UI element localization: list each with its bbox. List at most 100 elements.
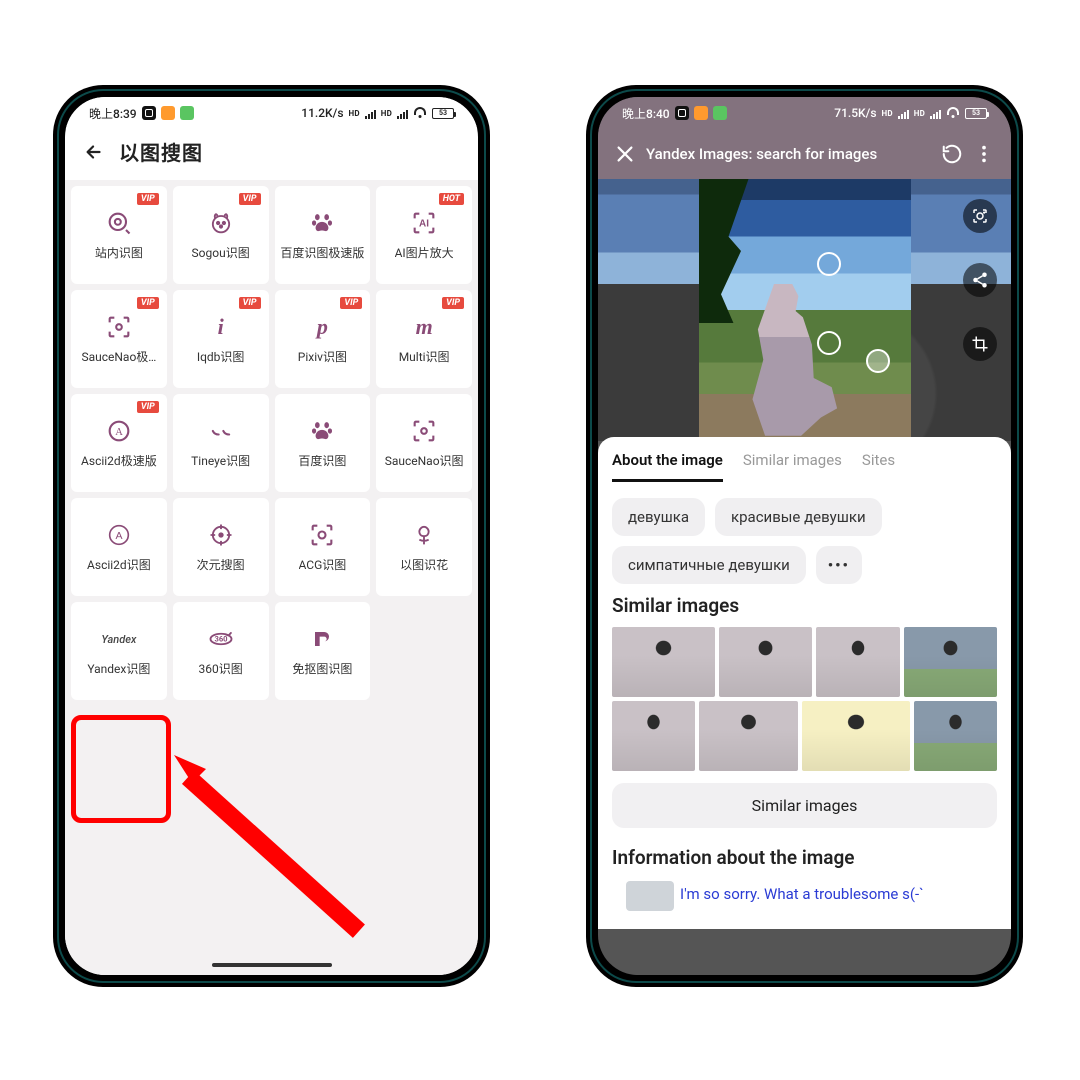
engine-card-5[interactable]: i Iqdb识图 VIP xyxy=(173,290,269,388)
engine-card-3[interactable]: AIAI图片放大HOT xyxy=(376,186,472,284)
tab-0[interactable]: About the image xyxy=(612,451,723,482)
engine-card-2[interactable]: 百度识图极速版 xyxy=(275,186,371,284)
similar-images-button[interactable]: Similar images xyxy=(612,783,997,828)
statusbar-right: 晚上8:40 71.5K/s HD HD 53 xyxy=(598,97,1011,129)
more-button[interactable] xyxy=(973,143,995,165)
engine-card-18[interactable]: 免抠图识图 xyxy=(275,602,371,700)
app-icon-green xyxy=(180,106,194,120)
statusbar-left: 晚上8:39 11.2K/s HD HD 53 xyxy=(65,97,478,129)
svg-text:360: 360 xyxy=(214,635,227,644)
signal2-icon xyxy=(397,108,408,119)
tab-2[interactable]: Sites xyxy=(862,451,895,482)
engine-card-4[interactable]: SauceNao极…VIP xyxy=(71,290,167,388)
thumb[interactable] xyxy=(699,701,797,771)
engine-label: Multi识图 xyxy=(399,351,450,364)
engine-label: 次元搜图 xyxy=(197,559,245,572)
share-icon[interactable] xyxy=(963,263,997,297)
engine-label: Sogou识图 xyxy=(192,247,250,260)
engine-label: Ascii2d识图 xyxy=(87,559,151,572)
thumb[interactable] xyxy=(802,701,910,771)
titlebar: 以图搜图 xyxy=(65,129,478,180)
engine-card-14[interactable]: ACG识图 xyxy=(275,498,371,596)
chip-2[interactable]: симпатичные девушки xyxy=(612,546,806,584)
engine-label: 以图识花 xyxy=(400,559,448,572)
engine-card-7[interactable]: mMulti识图VIP xyxy=(376,290,472,388)
engine-label: ACG识图 xyxy=(299,559,347,572)
badge: VIP xyxy=(137,193,159,205)
info-thumb[interactable] xyxy=(626,881,674,911)
hd2-icon: HD xyxy=(914,109,925,118)
screen-right: 晚上8:40 71.5K/s HD HD 53 xyxy=(598,97,1011,975)
yandex-title: Yandex Images: search for images xyxy=(646,145,931,163)
thumb[interactable] xyxy=(816,627,900,697)
thumb[interactable] xyxy=(612,701,695,771)
engine-card-9[interactable]: Tineye识图 xyxy=(173,394,269,492)
similar-thumbs-row1 xyxy=(612,627,997,697)
ai-scan-icon: AI xyxy=(410,209,438,237)
thumb[interactable] xyxy=(904,627,997,697)
engine-card-8[interactable]: AAscii2d极速版VIP xyxy=(71,394,167,492)
reload-button[interactable] xyxy=(941,143,963,165)
yandex-icon: Yandex xyxy=(105,625,133,653)
circle-a2-icon: A xyxy=(105,521,133,549)
engine-card-16[interactable]: YandexYandex识图 xyxy=(71,602,167,700)
hero-tools xyxy=(963,199,997,361)
thumb[interactable] xyxy=(914,701,997,771)
tab-1[interactable]: Similar images xyxy=(743,451,842,482)
engine-card-0[interactable]: 站内识图 VIP xyxy=(71,186,167,284)
tabs: About the image Similar images Sites xyxy=(612,451,997,482)
thumb[interactable] xyxy=(612,627,715,697)
close-button[interactable] xyxy=(614,143,636,165)
chip-1[interactable]: красивые девушки xyxy=(715,498,882,536)
engine-card-17[interactable]: 360 360识图 xyxy=(173,602,269,700)
engine-card-12[interactable]: A Ascii2d识图 xyxy=(71,498,167,596)
home-indicator[interactable] xyxy=(212,963,332,967)
status-time: 晚上8:39 xyxy=(89,105,137,122)
app-icon-orange xyxy=(161,106,175,120)
hd2-icon: HD xyxy=(381,109,392,118)
letter-i-icon: i xyxy=(207,313,235,341)
signal2-icon xyxy=(930,108,941,119)
target-icon xyxy=(105,209,133,237)
engine-card-10[interactable]: 百度识图 xyxy=(275,394,371,492)
badge: VIP xyxy=(239,297,261,309)
status-netspeed: 11.2K/s xyxy=(301,106,343,120)
thumb[interactable] xyxy=(719,627,812,697)
engine-label: 站内识图 xyxy=(95,247,143,260)
cutout-icon xyxy=(308,625,336,653)
section-title-similar: Similar images xyxy=(612,594,997,617)
badge: VIP xyxy=(340,297,362,309)
smirk-icon xyxy=(207,417,235,445)
back-button[interactable] xyxy=(83,141,105,163)
wifi-icon xyxy=(413,106,427,120)
result-sheet: About the image Similar images Sites девуш… xyxy=(598,437,1011,929)
similar-thumbs-row2 xyxy=(612,701,997,771)
suggestion-chips: девушка красивые девушки симпатичные девуш… xyxy=(612,498,997,584)
signal1-icon xyxy=(898,108,909,119)
engine-card-6[interactable]: pPixiv识图VIP xyxy=(275,290,371,388)
crop-icon[interactable] xyxy=(963,327,997,361)
paw-icon xyxy=(308,417,336,445)
flower-icon xyxy=(410,521,438,549)
app-icon-green xyxy=(713,106,727,120)
engine-card-13[interactable]: 次元搜图 xyxy=(173,498,269,596)
engine-card-11[interactable]: SauceNao识图 xyxy=(376,394,472,492)
lens-icon[interactable] xyxy=(963,199,997,233)
circle-a-icon: A xyxy=(105,417,133,445)
crosshair-icon xyxy=(207,521,235,549)
chip-more[interactable]: ••• xyxy=(816,546,862,584)
query-image[interactable] xyxy=(699,179,911,441)
focus-ring-icon[interactable] xyxy=(817,331,841,355)
engine-grid-area: 站内识图VIPSogou识图VIP百度识图极速版AIAI图片放大HOTSauce… xyxy=(65,180,478,975)
dog-icon xyxy=(207,209,235,237)
scan-icon xyxy=(410,417,438,445)
chip-0[interactable]: девушка xyxy=(612,498,705,536)
engine-label: 360识图 xyxy=(199,663,243,676)
engine-card-15[interactable]: 以图识花 xyxy=(376,498,472,596)
engine-label: Iqdb识图 xyxy=(197,351,245,364)
engine-card-1[interactable]: Sogou识图 VIP xyxy=(173,186,269,284)
engine-label: SauceNao极… xyxy=(81,351,156,364)
engine-label: AI图片放大 xyxy=(395,247,454,260)
badge: VIP xyxy=(239,193,261,205)
svg-text:A: A xyxy=(115,427,123,438)
